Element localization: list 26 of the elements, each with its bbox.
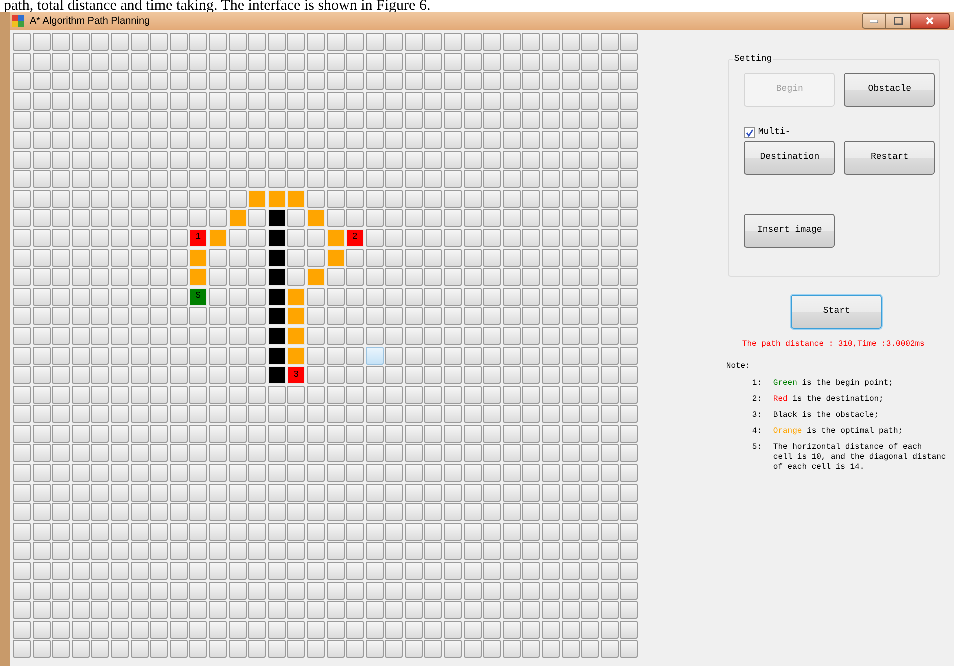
note-text: The horizontal distance of each <box>773 443 922 453</box>
grid-cell[interactable]: S <box>189 288 208 306</box>
note-text: Orange is the optimal path; <box>773 427 904 437</box>
start-button[interactable]: Start <box>791 295 882 329</box>
window-title: A* Algorithm Path Planning <box>30 14 150 28</box>
note-number: 4: <box>752 427 764 437</box>
note-text: Green is the begin point; <box>773 379 894 389</box>
action-button[interactable]: Obstacle <box>844 73 936 107</box>
multi-checkbox[interactable]: Multi- <box>744 127 940 138</box>
group-title: Setting <box>733 54 774 65</box>
note-title: Note: <box>726 361 750 372</box>
grid-cell[interactable]: 1 <box>189 228 208 247</box>
note-number: 3: <box>752 411 764 421</box>
result-text: The path distance : 310,Time :3.0002ms <box>742 339 925 351</box>
note-text: Black is the obstacle; <box>773 411 880 421</box>
note-text: Red is the destination; <box>773 395 884 405</box>
note-text: cell is 10, and the diagonal distanc <box>773 453 946 463</box>
grid-cell[interactable]: 2 <box>346 228 364 247</box>
note-number: 5: <box>752 443 764 454</box>
action-button[interactable]: Restart <box>844 141 936 175</box>
grid-cell[interactable]: 3 <box>287 366 306 384</box>
note-text: of each cell is 14. <box>773 463 865 473</box>
action-button[interactable]: Destination <box>744 141 836 175</box>
note-number: 1: <box>752 379 764 389</box>
action-button[interactable]: Insert image <box>744 214 836 248</box>
note-number: 2: <box>752 395 764 405</box>
